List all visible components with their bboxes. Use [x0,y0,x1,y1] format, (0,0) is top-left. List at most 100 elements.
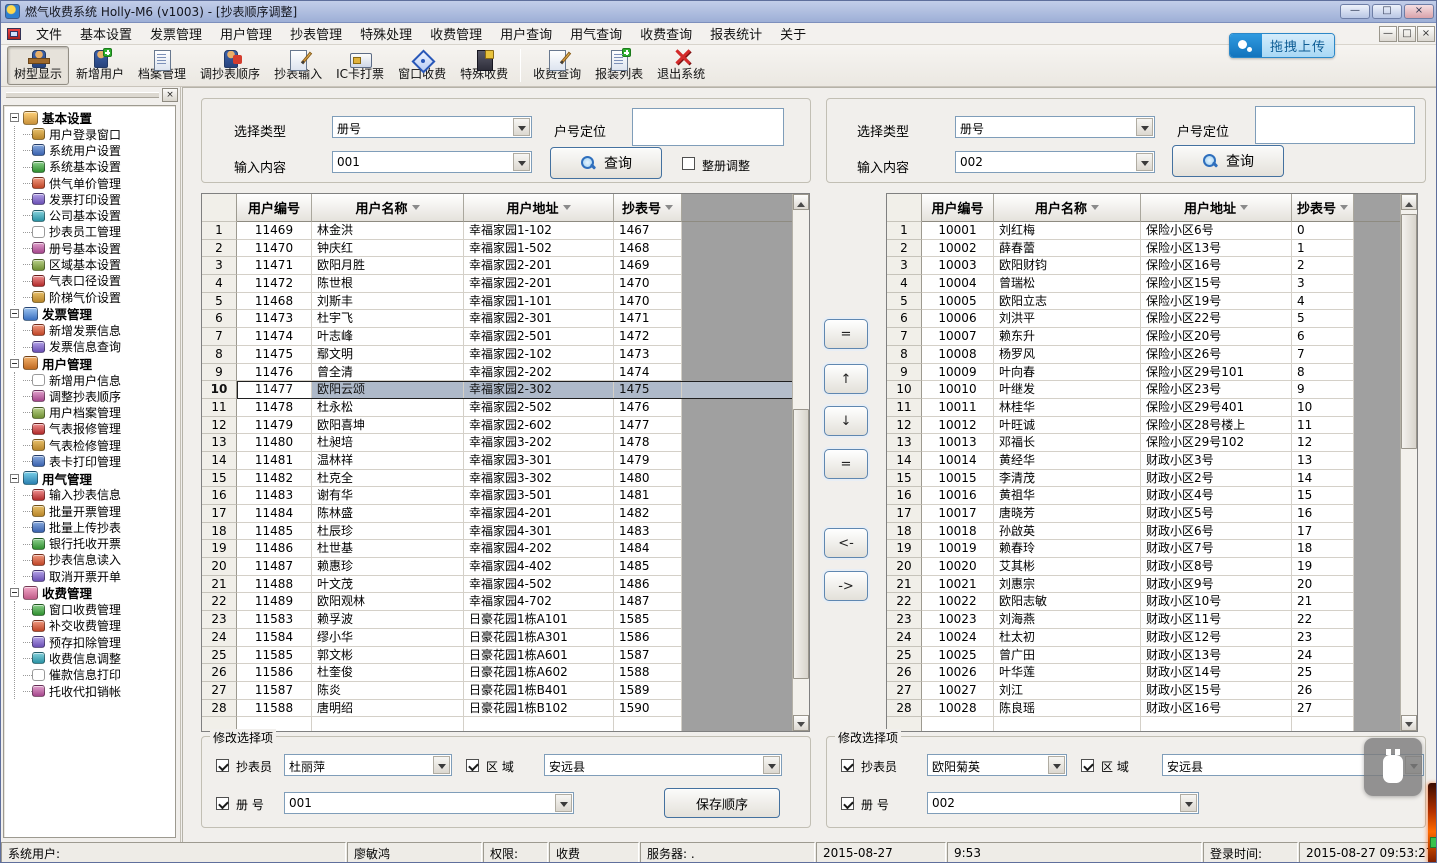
column-header[interactable]: 用户编号 [237,194,312,222]
close-button[interactable]: × [1404,4,1434,19]
table-row[interactable]: 610006刘洪平保险小区22号5 [887,310,1417,328]
table-row[interactable]: 1410014黄经华财政小区3号13 [887,452,1417,470]
tree-item[interactable]: 册号基本设置 [15,240,175,256]
transfer-button-equals-top[interactable]: = [824,319,868,349]
collapse-icon[interactable] [10,309,19,318]
transfer-button-move-down[interactable]: ↓ [824,406,868,436]
menu-item-invoice-mgmt[interactable]: 发票管理 [141,22,211,45]
tree-group[interactable]: 用户管理 [8,355,175,372]
table-row[interactable]: 2510025曾广田财政小区13号24 [887,647,1417,665]
transfer-button-move-right[interactable]: -> [824,571,868,601]
menu-item-basic-settings[interactable]: 基本设置 [71,22,141,45]
tree-item[interactable]: 系统基本设置 [15,159,175,175]
tree-item[interactable]: 抄表信息读入 [15,552,175,568]
table-row[interactable]: 411472陈世根幸福家园2-2011470 [202,275,809,293]
collapse-icon[interactable] [10,113,19,122]
table-row[interactable]: 1011477欧阳云颂幸福家园2-3021475 [202,381,809,399]
tree-group[interactable]: 基本设置 [8,109,175,126]
chevron-down-icon[interactable] [513,153,530,171]
tree-item[interactable]: 批量上传抄表 [15,519,175,535]
save-order-button[interactable]: 保存顺序 [664,788,780,818]
menu-item-fee-mgmt[interactable]: 收费管理 [421,22,491,45]
table-row[interactable]: 2010020艾其彬财政小区8号19 [887,558,1417,576]
table-row[interactable]: 811475鄢文明幸福家园2-1021473 [202,346,809,364]
tree-item[interactable]: 收费信息调整 [15,650,175,666]
menu-item-file[interactable]: 文件 [27,22,71,45]
account-locate-input-left[interactable] [632,108,784,146]
toolbar-button-install-list[interactable]: 报装列表 [588,46,650,85]
whole-book-checkbox[interactable] [682,157,695,170]
column-header[interactable]: 用户地址 [1141,194,1292,222]
toolbar-button-adjust-meter-order[interactable]: 调抄表顺序 [193,46,267,85]
table-row[interactable]: 1310013邓福长保险小区29号10212 [887,434,1417,452]
mdi-minimize-button[interactable]: — [1379,26,1397,42]
book-combo-left[interactable]: 001 [284,792,574,814]
column-header[interactable]: 用户地址 [464,194,614,222]
tree-item[interactable]: 阶梯气价设置 [15,289,175,305]
table-row[interactable]: 2211489欧阳观林幸福家园4-7021487 [202,593,809,611]
meter-reader-checkbox-left[interactable] [216,759,229,772]
chevron-down-icon[interactable] [1180,794,1197,812]
table-row[interactable]: 211470钟庆红幸福家园1-5021468 [202,240,809,258]
drag-upload-button[interactable]: 拖拽上传 [1229,33,1335,58]
toolbar-button-tree-display[interactable]: 树型显示 [7,46,69,85]
area-combo-left[interactable]: 安远县 [544,754,782,776]
table-row[interactable]: 1911486杜世基幸福家园4-2021484 [202,540,809,558]
menu-item-gas-query[interactable]: 用气查询 [561,22,631,45]
table-row[interactable]: 2511585郭文彬日豪花园1栋A6011587 [202,647,809,665]
book-checkbox-left[interactable] [216,797,229,810]
tree-item[interactable]: 发票打印设置 [15,191,175,207]
transfer-button-move-up[interactable]: ↑ [824,364,868,394]
tree-item[interactable]: 窗口收费管理 [15,601,175,617]
vertical-scrollbar[interactable] [792,194,809,731]
panel-grip[interactable] [6,92,159,98]
toolbar-button-meter-input[interactable]: 抄表输入 [267,46,329,85]
table-row[interactable]: 510005欧阳立志保险小区19号4 [887,293,1417,311]
table-row[interactable]: 1210012叶旺诚保险小区28号楼上11 [887,417,1417,435]
tree-item[interactable]: 新增用户信息 [15,372,175,388]
tree-item[interactable]: 批量开票管理 [15,503,175,519]
tree-item[interactable]: 供气单价管理 [15,175,175,191]
chevron-down-icon[interactable] [763,756,780,774]
minimize-button[interactable]: — [1340,4,1370,19]
tree-item[interactable]: 表卡打印管理 [15,453,175,469]
tree-item[interactable]: 催款信息打印 [15,667,175,683]
toolbar-button-fee-query[interactable]: 收费查询 [526,46,588,85]
table-row[interactable]: 2811588唐明绍日豪花园1栋B1021590 [202,700,809,718]
column-header[interactable]: 用户名称 [312,194,464,222]
table-row[interactable]: 2110021刘惠宗财政小区9号20 [887,576,1417,594]
table-row[interactable]: 711474叶志峰幸福家园2-5011472 [202,328,809,346]
tree-item[interactable]: 托收代扣销帐 [15,683,175,699]
table-row[interactable]: 2210022欧阳志敏财政小区10号21 [887,593,1417,611]
tree-item[interactable]: 补交收费管理 [15,618,175,634]
table-row[interactable]: 2411584缪小华日豪花园1栋A3011586 [202,629,809,647]
column-header[interactable]: 用户编号 [922,194,994,222]
tree-item[interactable]: 银行托收开票 [15,536,175,552]
table-row[interactable]: 1411481温林祥幸福家园3-3011479 [202,452,809,470]
tree-item[interactable]: 公司基本设置 [15,207,175,223]
toolbar-button-window-fee[interactable]: 窗口收费 [391,46,453,85]
menu-item-user-query[interactable]: 用户查询 [491,22,561,45]
table-row[interactable]: 1810018孙啟英财政小区6号17 [887,523,1417,541]
transfer-button-equals-bottom[interactable]: = [824,449,868,479]
table-row[interactable]: 1710017唐晓芳财政小区5号16 [887,505,1417,523]
tree-group[interactable]: 发票管理 [8,305,175,322]
column-header[interactable]: 抄表号 [1292,194,1354,222]
toolbar-button-add-user[interactable]: 新增用户 [69,46,131,85]
transfer-button-move-left[interactable]: <- [824,528,868,558]
toolbar-button-ic-card-print[interactable]: IC卡打票 [329,46,391,85]
tree-item[interactable]: 输入抄表信息 [15,487,175,503]
menu-item-special-process[interactable]: 特殊处理 [351,22,421,45]
select-type-combo-left[interactable]: 册号 [332,116,532,138]
query-button-right[interactable]: 查询 [1172,145,1284,177]
table-row[interactable]: 2711587陈炎日豪花园1栋B4011589 [202,682,809,700]
tree-item[interactable]: 系统用户设置 [15,142,175,158]
menu-item-meter-mgmt[interactable]: 抄表管理 [281,22,351,45]
table-row[interactable]: 210002薛春蕾保险小区13号1 [887,240,1417,258]
table-row[interactable]: 111469林金洪幸福家园1-1021467 [202,222,809,240]
book-combo-right[interactable]: 002 [927,792,1199,814]
table-row[interactable]: 2111488叶文茂幸福家园4-5021486 [202,576,809,594]
input-content-combo-left[interactable]: 001 [332,151,532,173]
meter-reader-combo-left[interactable]: 杜丽萍 [284,754,452,776]
table-row[interactable]: 1910019赖春玲财政小区7号18 [887,540,1417,558]
